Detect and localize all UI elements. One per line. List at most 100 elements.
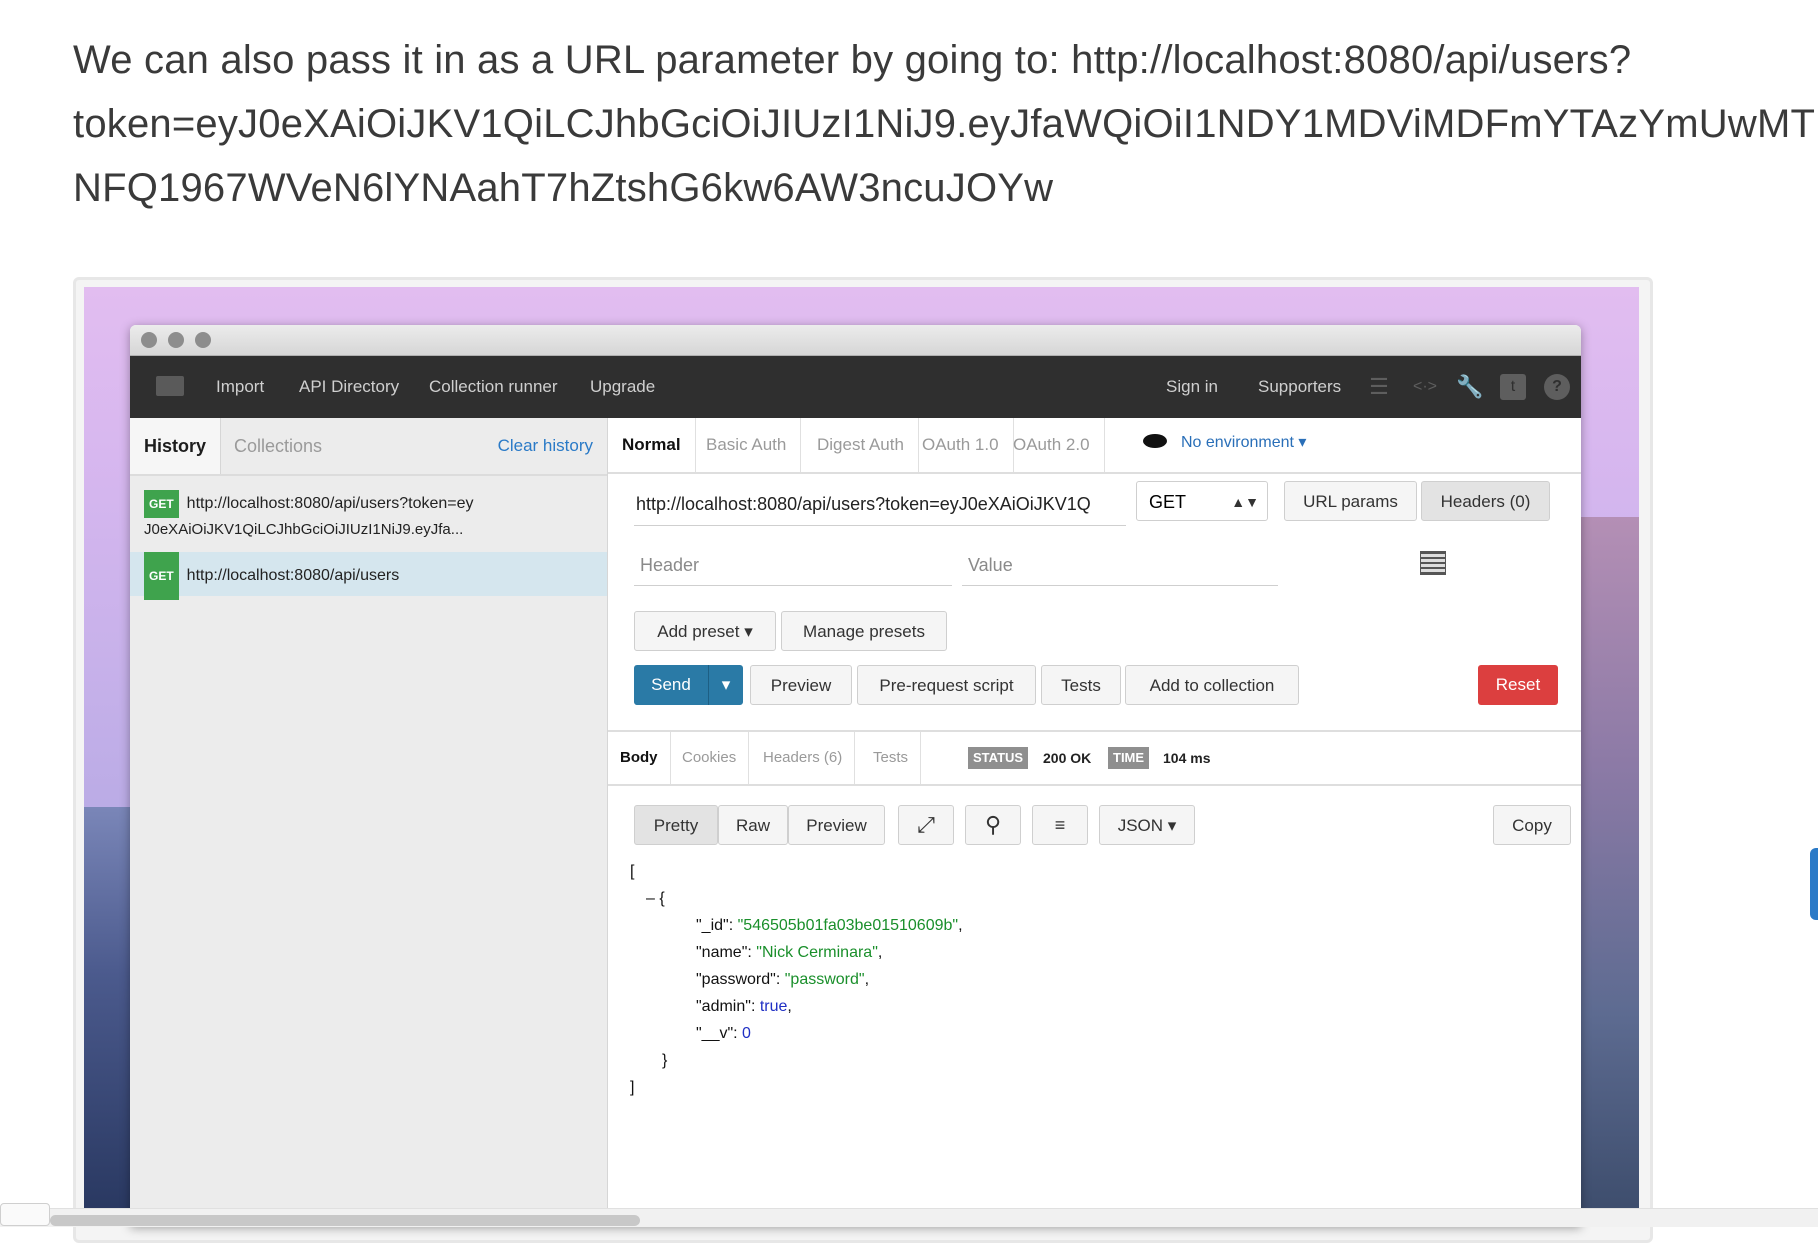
bulk-edit-icon[interactable] — [1420, 551, 1446, 575]
wrench-icon[interactable]: 🔧 — [1456, 374, 1483, 400]
response-preview-button[interactable]: Preview — [788, 805, 885, 845]
tab-digest-auth[interactable]: Digest Auth — [803, 418, 919, 472]
format-select[interactable]: JSON ▾ — [1099, 805, 1195, 845]
get-method-badge: GET — [144, 490, 179, 518]
time-value: 104 ms — [1163, 750, 1211, 766]
header-key-input[interactable]: Header — [634, 544, 952, 586]
url-params-button[interactable]: URL params — [1284, 481, 1417, 521]
send-label: Send — [651, 675, 691, 694]
twitter-icon[interactable]: t — [1500, 374, 1526, 400]
corner-box — [0, 1203, 50, 1226]
tab-response-headers[interactable]: Headers (6) — [751, 732, 856, 784]
expand-icon[interactable]: ⤢ — [898, 805, 954, 845]
tab-basic-auth[interactable]: Basic Auth — [692, 418, 802, 472]
window-titlebar — [130, 325, 1581, 356]
minimize-window-button[interactable] — [168, 332, 184, 348]
header-value-input[interactable]: Value — [962, 544, 1278, 586]
json-collapse-toggle[interactable]: – { — [630, 885, 963, 912]
traffic-light-icon[interactable]: ☰ — [1366, 374, 1392, 400]
close-window-button[interactable] — [141, 332, 157, 348]
time-tag: TIME — [1108, 747, 1150, 769]
sidebar-tabs: History Collections Clear history — [130, 418, 607, 476]
history-item[interactable]: GET http://localhost:8080/api/users?token… — [130, 486, 607, 542]
format-label: JSON — [1117, 816, 1164, 835]
chevron-down-icon: ▾ — [1298, 434, 1307, 451]
tab-response-tests[interactable]: Tests — [861, 732, 922, 784]
send-options-chevron-icon[interactable]: ▾ — [708, 665, 743, 705]
add-to-collection-button[interactable]: Add to collection — [1125, 665, 1299, 705]
article-line-2: token=eyJ0eXAiOiJKV1QiLCJhbGciOiJIUzI1Ni… — [73, 102, 1818, 146]
pretty-button[interactable]: Pretty — [634, 805, 718, 845]
tab-history[interactable]: History — [130, 418, 222, 474]
clear-history-link[interactable]: Clear history — [498, 418, 593, 474]
help-icon[interactable]: ? — [1544, 374, 1570, 400]
tab-normal[interactable]: Normal — [608, 418, 696, 472]
method-value: GET — [1149, 492, 1187, 512]
json-key: "_id" — [696, 917, 729, 934]
sidebar-toggle-icon[interactable] — [156, 376, 184, 396]
json-close-bracket: ] — [630, 1079, 635, 1096]
history-url-line1: http://localhost:8080/api/users — [186, 567, 400, 585]
status-value: 200 OK — [1043, 750, 1092, 766]
environment-select[interactable]: No environment ▾ — [1143, 418, 1306, 468]
history-url-line2: J0eXAiOiJKV1QiLCJhbGciOiJIUzI1NiJ9.eyJfa… — [144, 521, 464, 538]
tab-oauth-2[interactable]: OAuth 2.0 — [999, 418, 1105, 472]
json-field: "__v": 0 — [696, 1025, 751, 1042]
search-icon[interactable]: ⚲ — [965, 805, 1021, 845]
menu-upgrade[interactable]: Upgrade — [590, 377, 655, 397]
preview-button[interactable]: Preview — [750, 665, 852, 705]
tab-collections[interactable]: Collections — [220, 418, 336, 474]
tab-cookies[interactable]: Cookies — [670, 732, 750, 784]
json-field: "name": "Nick Cerminara", — [696, 944, 883, 961]
article-line-3: NFQ1967WVeN6lYNAahT7hZtshG6kw6AW3ncuJOYw — [73, 166, 1054, 210]
pre-request-script-button[interactable]: Pre-request script — [857, 665, 1036, 705]
url-input[interactable]: http://localhost:8080/api/users?token=ey… — [634, 483, 1126, 526]
history-item[interactable]: GET http://localhost:8080/api/users — [130, 552, 607, 600]
menubar: Import API Directory Collection runner U… — [130, 356, 1581, 418]
menu-api-directory[interactable]: API Directory — [299, 377, 399, 397]
reset-button[interactable]: Reset — [1478, 665, 1558, 705]
wrap-lines-icon[interactable]: ≡ — [1032, 805, 1088, 845]
json-close-brace: } — [662, 1052, 668, 1069]
article-line-1: We can also pass it in as a URL paramete… — [73, 38, 1632, 82]
response-tabs: Body Cookies Headers (6) Tests STATUS 20… — [608, 730, 1581, 786]
tab-oauth-1[interactable]: OAuth 1.0 — [908, 418, 1014, 472]
article-paragraph: We can also pass it in as a URL paramete… — [73, 28, 1818, 220]
eye-icon[interactable] — [1143, 433, 1167, 448]
json-key: "admin" — [696, 998, 751, 1015]
select-arrows-icon: ▲▼ — [1231, 494, 1259, 510]
manage-presets-button[interactable]: Manage presets — [781, 611, 947, 651]
json-field: "_id": "546505b01fa03be01510609b", — [696, 917, 963, 934]
mountain-right — [1579, 517, 1639, 1227]
json-value: true — [759, 998, 788, 1015]
caret-down-icon: ▾ — [744, 622, 753, 641]
side-feedback-tab[interactable] — [1810, 848, 1818, 920]
json-field: "admin": true, — [696, 998, 792, 1015]
request-panel: Normal Basic Auth Digest Auth OAuth 1.0 … — [608, 418, 1581, 1226]
code-icon[interactable]: <·> — [1412, 374, 1438, 400]
menu-supporters[interactable]: Supporters — [1258, 377, 1341, 397]
json-value: "Nick Cerminara" — [756, 944, 878, 961]
maximize-window-button[interactable] — [195, 332, 211, 348]
auth-tabs: Normal Basic Auth Digest Auth OAuth 1.0 … — [608, 418, 1581, 474]
raw-button[interactable]: Raw — [718, 805, 788, 845]
scrollbar-thumb[interactable] — [50, 1215, 640, 1226]
send-button[interactable]: Send ▾ — [634, 665, 743, 705]
menu-collection-runner[interactable]: Collection runner — [429, 377, 558, 397]
headers-button[interactable]: Headers (0) — [1421, 481, 1550, 521]
sidebar: History Collections Clear history GET htt… — [130, 418, 608, 1226]
menu-import[interactable]: Import — [216, 377, 264, 397]
json-field: "password": "password", — [696, 971, 870, 988]
json-response: [ – { "_id": "546505b01fa03be01510609b",… — [630, 858, 963, 1101]
copy-button[interactable]: Copy — [1493, 805, 1571, 845]
json-value: "password" — [784, 971, 865, 988]
add-preset-button[interactable]: Add preset ▾ — [634, 611, 776, 651]
tab-body[interactable]: Body — [608, 732, 671, 784]
tests-button[interactable]: Tests — [1041, 665, 1121, 705]
json-value: "546505b01fa03be01510609b" — [737, 917, 959, 934]
method-select[interactable]: GET ▲▼ — [1136, 481, 1268, 521]
menu-sign-in[interactable]: Sign in — [1166, 377, 1218, 397]
json-key: "name" — [696, 944, 748, 961]
history-url-line1: http://localhost:8080/api/users?token=ey — [186, 495, 474, 513]
add-preset-label: Add preset — [657, 622, 740, 641]
